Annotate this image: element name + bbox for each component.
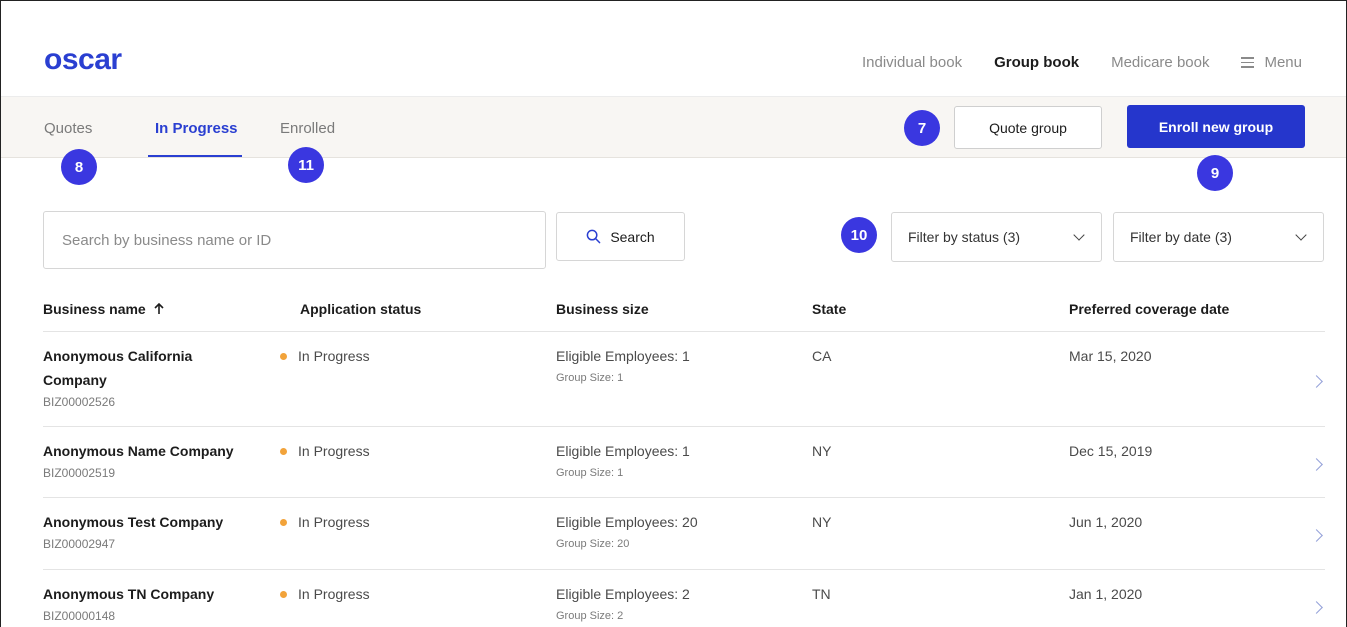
table-row[interactable]: Anonymous TN Company BIZ00000148 In Prog… <box>43 570 1325 627</box>
hamburger-icon <box>1241 57 1255 68</box>
table-row[interactable]: Anonymous Test Company BIZ00002947 In Pr… <box>43 498 1325 570</box>
column-business-size: Business size <box>556 301 649 317</box>
sort-up-arrow-icon <box>154 303 164 314</box>
status-badge: In Progress <box>280 582 370 606</box>
oscar-logo[interactable]: oscar <box>44 45 122 75</box>
filter-status-label: Filter by status (3) <box>908 229 1021 245</box>
chevron-right-icon[interactable] <box>1310 458 1323 471</box>
state: TN <box>812 586 831 602</box>
tab-enrolled[interactable]: Enrolled <box>280 120 335 137</box>
group-size: Group Size: 1 <box>556 467 624 479</box>
search-input[interactable] <box>43 211 546 269</box>
status-label: In Progress <box>298 443 370 459</box>
top-nav: Individual book Group book Medicare book… <box>862 54 1302 71</box>
status-dot-icon <box>280 447 287 455</box>
status-badge: In Progress <box>280 344 370 368</box>
table-header: Business name Application status Busines… <box>43 301 1325 332</box>
menu-label: Menu <box>1264 54 1302 71</box>
state: NY <box>812 514 832 530</box>
eligible-employees: Eligible Employees: 2 <box>556 586 690 602</box>
annotation-badge-9: 9 <box>1197 155 1233 191</box>
annotation-badge-8: 8 <box>61 149 97 185</box>
status-badge: In Progress <box>280 439 370 463</box>
filter-by-status-dropdown[interactable]: Filter by status (3) <box>891 212 1102 262</box>
chevron-right-icon[interactable] <box>1310 529 1323 542</box>
search-icon <box>586 229 601 244</box>
status-dot-icon <box>280 590 287 598</box>
status-label: In Progress <box>298 348 370 364</box>
eligible-employees: Eligible Employees: 20 <box>556 514 698 530</box>
quote-group-button[interactable]: Quote group <box>954 106 1102 149</box>
filter-date-label: Filter by date (3) <box>1130 229 1232 245</box>
eligible-employees: Eligible Employees: 1 <box>556 443 690 459</box>
nav-medicare-book[interactable]: Medicare book <box>1111 54 1209 71</box>
enroll-new-group-button[interactable]: Enroll new group <box>1127 105 1305 148</box>
annotation-badge-11: 11 <box>288 147 324 183</box>
group-size: Group Size: 20 <box>556 538 630 550</box>
business-name: Anonymous Test Company <box>43 514 224 530</box>
chevron-down-icon <box>1073 229 1085 241</box>
coverage-date: Mar 15, 2020 <box>1069 348 1152 364</box>
column-preferred-coverage-date: Preferred coverage date <box>1069 301 1230 317</box>
search-button-label: Search <box>610 228 655 245</box>
table-row[interactable]: Anonymous Name Company BIZ00002519 In Pr… <box>43 427 1325 498</box>
business-name: Anonymous California Company <box>43 348 193 388</box>
business-id: BIZ00002947 <box>43 537 116 551</box>
column-application-status: Application status <box>300 301 422 317</box>
group-size: Group Size: 1 <box>556 372 624 384</box>
business-id: BIZ00000148 <box>43 609 116 623</box>
tab-quotes[interactable]: Quotes <box>44 120 92 137</box>
status-badge: In Progress <box>280 510 370 534</box>
coverage-date: Jun 1, 2020 <box>1069 514 1143 530</box>
chevron-down-icon <box>1295 229 1307 241</box>
coverage-date: Dec 15, 2019 <box>1069 443 1153 459</box>
chevron-right-icon[interactable] <box>1310 601 1323 614</box>
business-name: Anonymous TN Company <box>43 586 215 602</box>
annotation-badge-7: 7 <box>904 110 940 146</box>
table-row[interactable]: Anonymous California Company BIZ00002526… <box>43 332 1325 427</box>
active-tab-indicator <box>148 155 242 157</box>
status-label: In Progress <box>298 514 370 530</box>
coverage-date: Jan 1, 2020 <box>1069 586 1143 602</box>
group-size: Group Size: 2 <box>556 610 624 622</box>
business-name: Anonymous Name Company <box>43 443 234 459</box>
top-header: oscar Individual book Group book Medicar… <box>1 1 1346 97</box>
status-label: In Progress <box>298 586 370 602</box>
app-window: oscar Individual book Group book Medicar… <box>0 0 1347 627</box>
business-id: BIZ00002519 <box>43 466 116 480</box>
tab-in-progress[interactable]: In Progress <box>155 120 238 137</box>
search-button[interactable]: Search <box>556 212 685 261</box>
state: CA <box>812 348 832 364</box>
filter-by-date-dropdown[interactable]: Filter by date (3) <box>1113 212 1324 262</box>
status-dot-icon <box>280 352 287 360</box>
menu-button[interactable]: Menu <box>1241 54 1302 71</box>
status-dot-icon <box>280 518 287 526</box>
column-state: State <box>812 301 847 317</box>
business-id: BIZ00002526 <box>43 395 116 409</box>
column-business-name[interactable]: Business name <box>43 301 164 317</box>
chevron-right-icon[interactable] <box>1310 375 1323 388</box>
column-label: Business name <box>43 301 146 317</box>
nav-individual-book[interactable]: Individual book <box>862 54 962 71</box>
eligible-employees: Eligible Employees: 1 <box>556 348 690 364</box>
nav-group-book[interactable]: Group book <box>994 54 1079 71</box>
annotation-badge-10: 10 <box>841 217 877 253</box>
state: NY <box>812 443 832 459</box>
